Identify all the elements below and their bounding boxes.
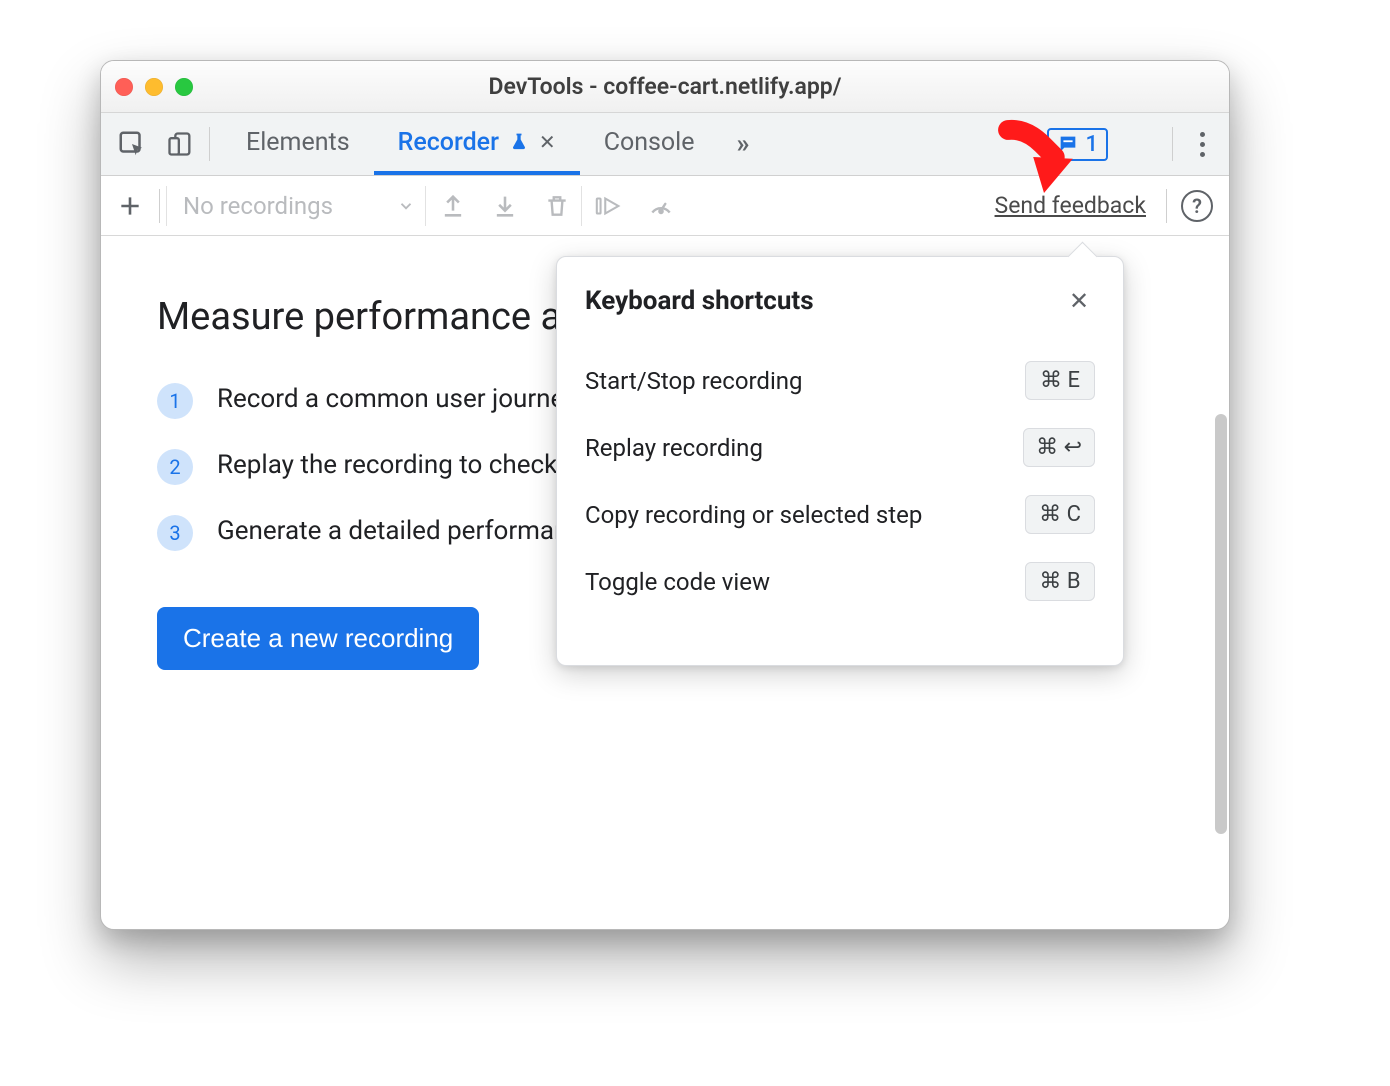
window-zoom-button[interactable] [175, 78, 193, 96]
recordings-dropdown[interactable]: No recordings [166, 186, 426, 226]
shortcut-label: Start/Stop recording [585, 367, 803, 395]
settings-button[interactable] [1114, 120, 1162, 168]
new-recording-button[interactable] [107, 193, 153, 219]
export-icon[interactable] [428, 192, 478, 220]
keyboard-shortcuts-popup: Keyboard shortcuts ✕ Start/Stop recordin… [556, 256, 1124, 666]
window-title: DevTools - coffee-cart.netlify.app/ [101, 73, 1229, 100]
shortcut-row: Toggle code view ⌘ B [585, 548, 1095, 615]
shortcut-keys: ⌘ C [1025, 495, 1095, 534]
window-traffic-lights [115, 78, 193, 96]
scrollbar-thumb[interactable] [1215, 414, 1227, 834]
create-recording-button[interactable]: Create a new recording [157, 607, 479, 670]
close-icon[interactable]: ✕ [1063, 285, 1095, 317]
window-close-button[interactable] [115, 78, 133, 96]
send-feedback-link[interactable]: Send feedback [981, 192, 1160, 219]
inspect-element-icon[interactable] [109, 113, 155, 176]
flask-icon [509, 132, 529, 152]
step-number: 2 [157, 449, 193, 485]
tab-label: Elements [246, 128, 350, 157]
step-number: 3 [157, 515, 193, 551]
issues-count: 1 [1085, 132, 1098, 157]
delete-icon[interactable] [532, 186, 582, 226]
shortcut-keys: ⌘ B [1025, 562, 1095, 601]
import-icon[interactable] [480, 192, 530, 220]
device-toolbar-icon[interactable] [157, 113, 203, 176]
shortcut-label: Replay recording [585, 434, 763, 462]
step-number: 1 [157, 383, 193, 419]
window-titlebar: DevTools - coffee-cart.netlify.app/ [101, 61, 1229, 113]
divider [209, 127, 210, 161]
shortcut-label: Toggle code view [585, 568, 770, 596]
issues-badge[interactable]: 1 [1047, 128, 1108, 161]
shortcut-keys: ⌘ ↩ [1023, 428, 1095, 467]
shortcut-label: Copy recording or selected step [585, 501, 922, 529]
more-tabs-button[interactable]: » [719, 113, 768, 175]
devtools-tabstrip: Elements Recorder ✕ Console » [101, 113, 1229, 176]
shortcut-row: Copy recording or selected step ⌘ C [585, 481, 1095, 548]
window-minimize-button[interactable] [145, 78, 163, 96]
shortcut-row: Start/Stop recording ⌘ E [585, 347, 1095, 414]
dropdown-placeholder: No recordings [183, 192, 333, 220]
divider [159, 189, 160, 223]
tab-recorder[interactable]: Recorder ✕ [374, 113, 580, 175]
popup-title: Keyboard shortcuts [585, 286, 814, 316]
chat-icon [1057, 133, 1079, 155]
kebab-menu-button[interactable] [1183, 132, 1221, 157]
tab-label: Console [604, 128, 695, 157]
tab-label: Recorder [398, 128, 499, 157]
tab-elements[interactable]: Elements [222, 113, 374, 175]
replay-icon[interactable] [584, 192, 634, 220]
tab-console[interactable]: Console [580, 113, 719, 175]
shortcut-keys: ⌘ E [1025, 361, 1095, 400]
performance-icon[interactable] [636, 193, 686, 219]
divider [1172, 127, 1173, 161]
help-icon: ? [1181, 190, 1213, 222]
recorder-toolbar: No recordings Send feedback [101, 176, 1229, 236]
divider [1166, 189, 1167, 223]
close-icon[interactable]: ✕ [539, 130, 556, 154]
shortcut-row: Replay recording ⌘ ↩ [585, 414, 1095, 481]
chevron-double-right-icon: » [737, 129, 750, 159]
chevron-down-icon [397, 197, 415, 215]
help-button[interactable]: ? [1173, 190, 1221, 222]
scrollbar[interactable] [1215, 414, 1227, 930]
